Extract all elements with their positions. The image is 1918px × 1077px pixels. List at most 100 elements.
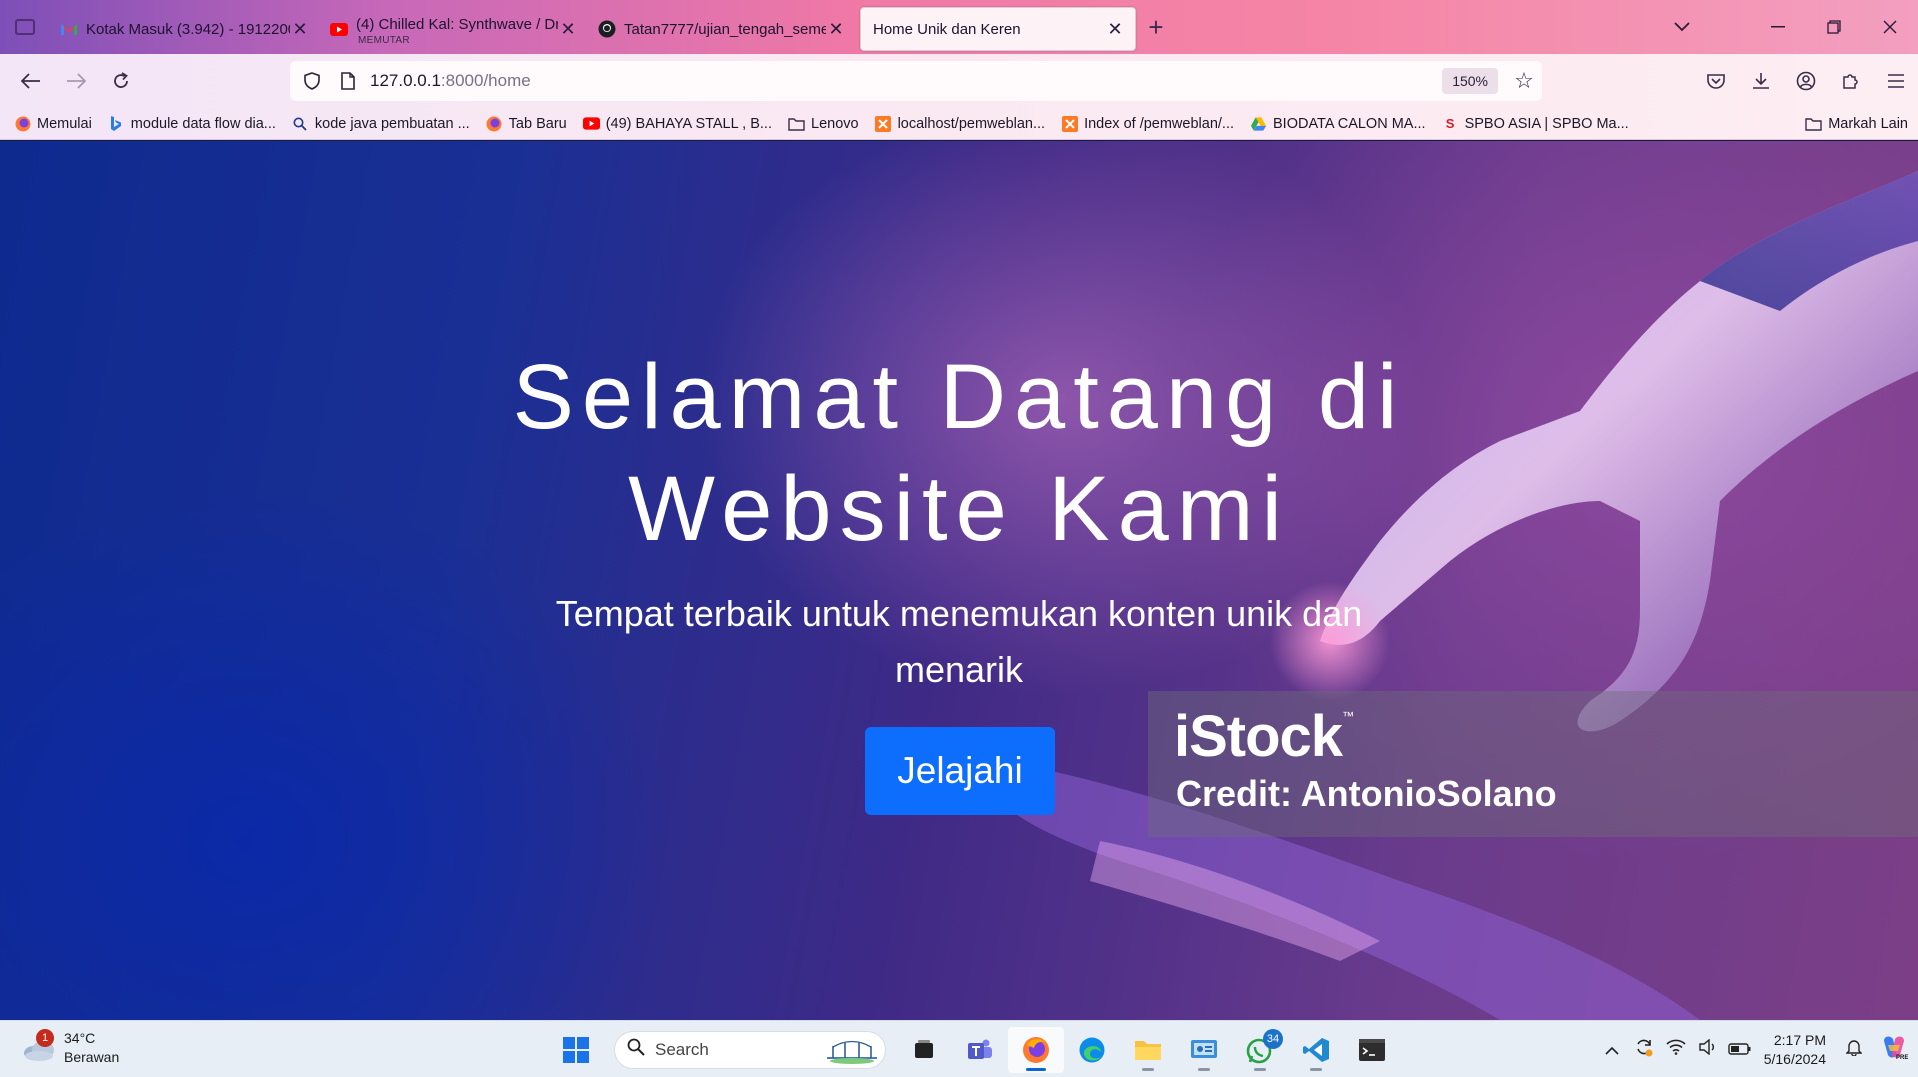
clock[interactable]: 2:17 PM 5/16/2024: [1764, 1031, 1826, 1069]
navigation-toolbar: 127.0.0.1:8000/home 150% ☆: [0, 54, 1918, 108]
url-path: :8000/home: [440, 71, 531, 90]
tab-github[interactable]: Tatan7777/ujian_tengah_semest ✕: [588, 7, 856, 51]
bookmark-label: SPBO ASIA | SPBO Ma...: [1464, 115, 1629, 132]
clock-time: 2:17 PM: [1773, 1031, 1826, 1048]
account-button[interactable]: [1783, 59, 1828, 103]
tab-title: Tatan7777/ujian_tengah_semest: [624, 20, 826, 38]
tab-home-active[interactable]: Home Unik dan Keren ✕: [860, 7, 1136, 51]
shield-icon[interactable]: [294, 72, 330, 90]
hero-title-line1: Selamat Datang di: [512, 346, 1406, 448]
clock-date: 5/16/2024: [1763, 1050, 1826, 1067]
battery-icon[interactable]: [1724, 1040, 1756, 1060]
bookmark-biodata[interactable]: BIODATA CALON MA...: [1250, 115, 1426, 132]
page-icon[interactable]: [330, 72, 366, 90]
wifi-icon[interactable]: [1660, 1039, 1692, 1060]
chevron-down-icon: [1674, 22, 1690, 32]
menu-button[interactable]: [1873, 59, 1918, 103]
new-tab-button[interactable]: +: [1136, 12, 1176, 43]
pocket-button[interactable]: [1693, 59, 1738, 103]
close-window-button[interactable]: [1862, 0, 1918, 54]
bookmark-tab-baru[interactable]: Tab Baru: [486, 115, 567, 132]
vscode-button[interactable]: [1288, 1027, 1344, 1073]
taskbar-search[interactable]: Search: [614, 1030, 886, 1069]
folder-icon: [1135, 1040, 1161, 1060]
back-button[interactable]: [8, 59, 53, 103]
tab-gmail[interactable]: Kotak Masuk (3.942) - 19122000 ✕: [50, 7, 320, 51]
running-indicator: [1198, 1067, 1210, 1071]
youtube-icon: [330, 20, 348, 38]
weather-temperature: 34°C: [64, 1030, 96, 1046]
istock-logo: iStock™: [1174, 703, 1354, 770]
bookmark-spbo-asia[interactable]: S SPBO ASIA | SPBO Ma...: [1442, 115, 1629, 132]
tab-title: (4) Chilled Kal: Synthwave / Dre: [356, 15, 558, 33]
start-button[interactable]: [548, 1027, 604, 1073]
copilot-icon[interactable]: PRE: [1870, 1033, 1918, 1066]
tab-youtube[interactable]: (4) Chilled Kal: Synthwave / Dre MEMUTAR…: [320, 7, 588, 51]
istock-logo-text: iStock: [1174, 704, 1343, 769]
url-text[interactable]: 127.0.0.1:8000/home: [370, 71, 531, 91]
chevron-up-icon[interactable]: [1596, 1040, 1628, 1060]
bookmark-bahaya-stall[interactable]: (49) BAHAYA STALL , B...: [582, 115, 772, 132]
reload-button[interactable]: [98, 59, 143, 103]
forward-button[interactable]: [53, 59, 98, 103]
windows-taskbar: 1 34°C Berawan Search 34 2:17 PM 5/16/20…: [0, 1020, 1918, 1077]
task-view-button[interactable]: [896, 1027, 952, 1073]
bookmark-index-of[interactable]: Index of /pemweblan/...: [1061, 115, 1234, 132]
close-icon[interactable]: ✕: [558, 19, 578, 40]
teams-icon: [968, 1039, 992, 1059]
bookmark-lenovo[interactable]: Lenovo: [788, 115, 859, 132]
search-icon: [292, 115, 309, 132]
explore-button[interactable]: Jelajahi: [865, 727, 1055, 815]
bookmark-localhost[interactable]: localhost/pemweblan...: [875, 115, 1045, 132]
notification-bell-icon[interactable]: [1838, 1038, 1870, 1061]
bookmarks-toolbar: Memulai module data flow dia... kode jav…: [0, 108, 1918, 140]
close-icon[interactable]: ✕: [1105, 19, 1125, 40]
weather-widget[interactable]: 1 34°C Berawan: [22, 1029, 119, 1067]
github-icon: [598, 20, 616, 38]
control-panel-button[interactable]: [1176, 1027, 1232, 1073]
windows-icon: [563, 1036, 589, 1063]
hero-title: Selamat Datang di Website Kami: [0, 341, 1918, 565]
edge-button[interactable]: [1064, 1027, 1120, 1073]
address-bar[interactable]: 127.0.0.1:8000/home 150% ☆: [290, 61, 1542, 101]
firefox-view-button[interactable]: [0, 0, 50, 54]
bookmark-label: BIODATA CALON MA...: [1273, 115, 1426, 132]
bookmark-label: Lenovo: [811, 115, 859, 132]
terminal-icon: [1359, 1038, 1385, 1061]
downloads-button[interactable]: [1738, 59, 1783, 103]
file-explorer-button[interactable]: [1120, 1027, 1176, 1073]
teams-button[interactable]: [952, 1027, 1008, 1073]
restore-button[interactable]: [1806, 0, 1862, 54]
firefox-icon: [486, 115, 503, 132]
tab-title: Kotak Masuk (3.942) - 19122000: [86, 20, 290, 38]
sync-icon[interactable]: [1628, 1037, 1660, 1062]
active-indicator: [1026, 1067, 1046, 1071]
close-icon[interactable]: ✕: [290, 19, 310, 40]
bookmark-label: kode java pembuatan ...: [314, 115, 470, 132]
extensions-button[interactable]: [1828, 59, 1873, 103]
bookmark-other[interactable]: Markah Lain: [1805, 115, 1908, 132]
bookmark-module-data-flow[interactable]: module data flow dia...: [108, 115, 276, 132]
weather-alert-badge: 1: [36, 1029, 54, 1047]
bookmark-label: module data flow dia...: [130, 115, 276, 132]
firefox-view-icon: [15, 19, 35, 35]
close-icon[interactable]: ✕: [826, 19, 846, 40]
bookmark-memulai[interactable]: Memulai: [14, 115, 92, 132]
minimize-button[interactable]: [1750, 0, 1806, 54]
bookmark-label: (49) BAHAYA STALL , B...: [605, 115, 772, 132]
hero-subtitle: Tempat terbaik untuk menemukan konten un…: [555, 593, 1363, 690]
list-all-tabs-button[interactable]: [1654, 0, 1710, 54]
hand-illustration: [1000, 171, 1918, 1020]
reload-icon: [113, 72, 128, 88]
youtube-icon: [582, 115, 600, 132]
volume-icon[interactable]: [1692, 1038, 1724, 1060]
bookmark-star-icon[interactable]: ☆: [1506, 68, 1542, 94]
whatsapp-button[interactable]: 34: [1232, 1027, 1288, 1073]
bookmark-label: Tab Baru: [508, 115, 567, 132]
firefox-button[interactable]: [1008, 1026, 1064, 1073]
gmail-icon: [60, 20, 78, 38]
tab-title: Home Unik dan Keren: [873, 20, 1021, 38]
bookmark-kode-java[interactable]: kode java pembuatan ...: [292, 115, 470, 132]
zoom-indicator[interactable]: 150%: [1442, 68, 1498, 94]
terminal-button[interactable]: [1344, 1027, 1400, 1073]
